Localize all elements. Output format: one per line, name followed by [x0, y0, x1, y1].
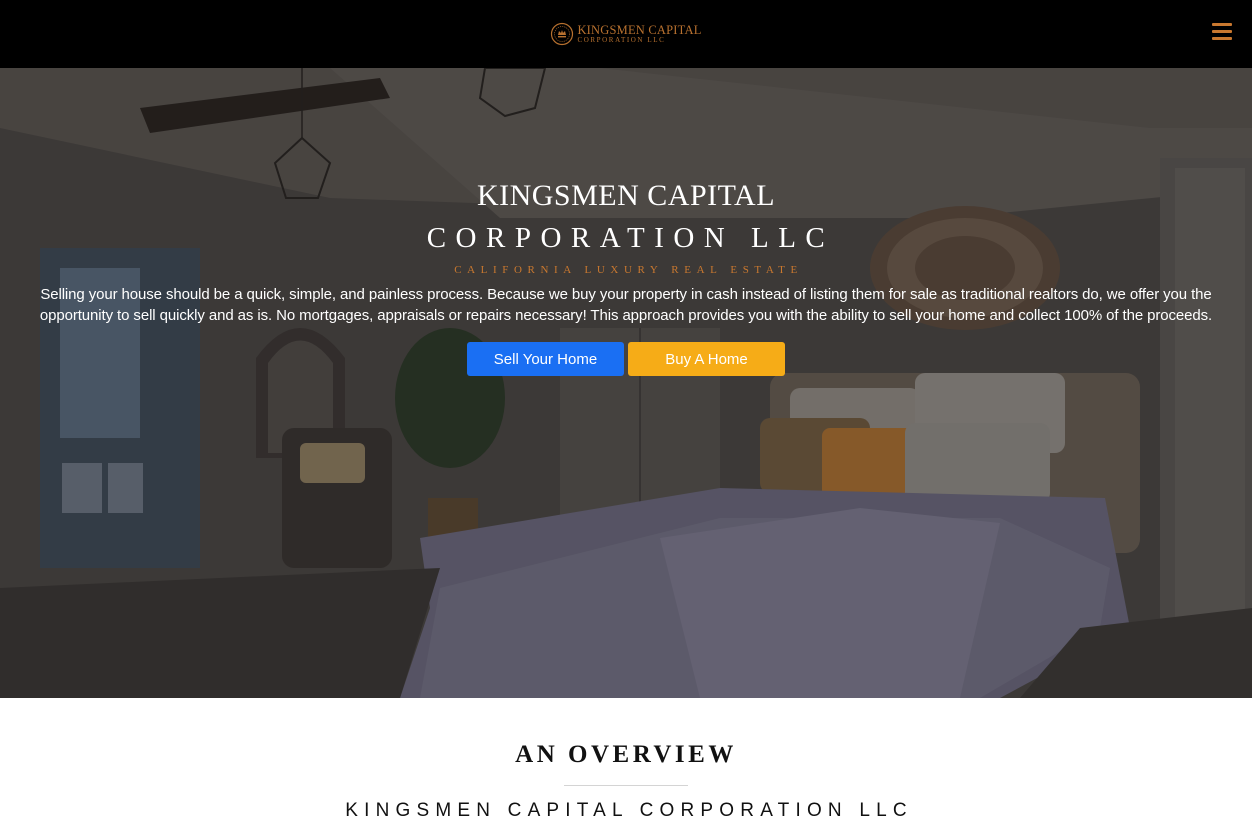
- logo-subtitle: CORPORATION LLC: [577, 36, 666, 45]
- overview-subheading: KINGSMEN CAPITAL CORPORATION LLC: [345, 800, 913, 821]
- site-header: KINGSMEN CAPITAL CORPORATION LLC: [0, 0, 1252, 68]
- overview-divider: [564, 785, 688, 786]
- hero-buttons: Sell Your Home Buy A Home: [0, 342, 1252, 376]
- crest-icon: [551, 22, 574, 46]
- menu-bar: [1212, 37, 1232, 40]
- bedroom-background-image: [0, 68, 1252, 698]
- logo-title: KINGSMEN CAPITAL: [577, 22, 702, 37]
- hamburger-menu-icon[interactable]: [1212, 23, 1232, 40]
- sell-your-home-button[interactable]: Sell Your Home: [467, 342, 624, 376]
- hero-title-line1: KINGSMEN CAPITAL: [476, 179, 776, 212]
- overview-section: AN OVERVIEW KINGSMEN CAPITAL CORPORATION…: [0, 698, 1252, 834]
- hero-content: KINGSMEN CAPITAL CORPORATION LLC CALIFOR…: [0, 178, 1252, 376]
- menu-bar: [1212, 30, 1232, 33]
- buy-a-home-button[interactable]: Buy A Home: [628, 342, 785, 376]
- hero-description: Selling your house should be a quick, si…: [39, 286, 1213, 324]
- hero-title-line2: CORPORATION LLC: [426, 222, 835, 254]
- overview-heading: AN OVERVIEW: [515, 741, 737, 768]
- menu-bar: [1212, 23, 1232, 26]
- hero-section: KINGSMEN CAPITAL CORPORATION LLC CALIFOR…: [0, 68, 1252, 698]
- hero-tagline: CALIFORNIA LUXURY REAL ESTATE: [454, 264, 803, 276]
- site-logo[interactable]: KINGSMEN CAPITAL CORPORATION LLC: [550, 22, 701, 46]
